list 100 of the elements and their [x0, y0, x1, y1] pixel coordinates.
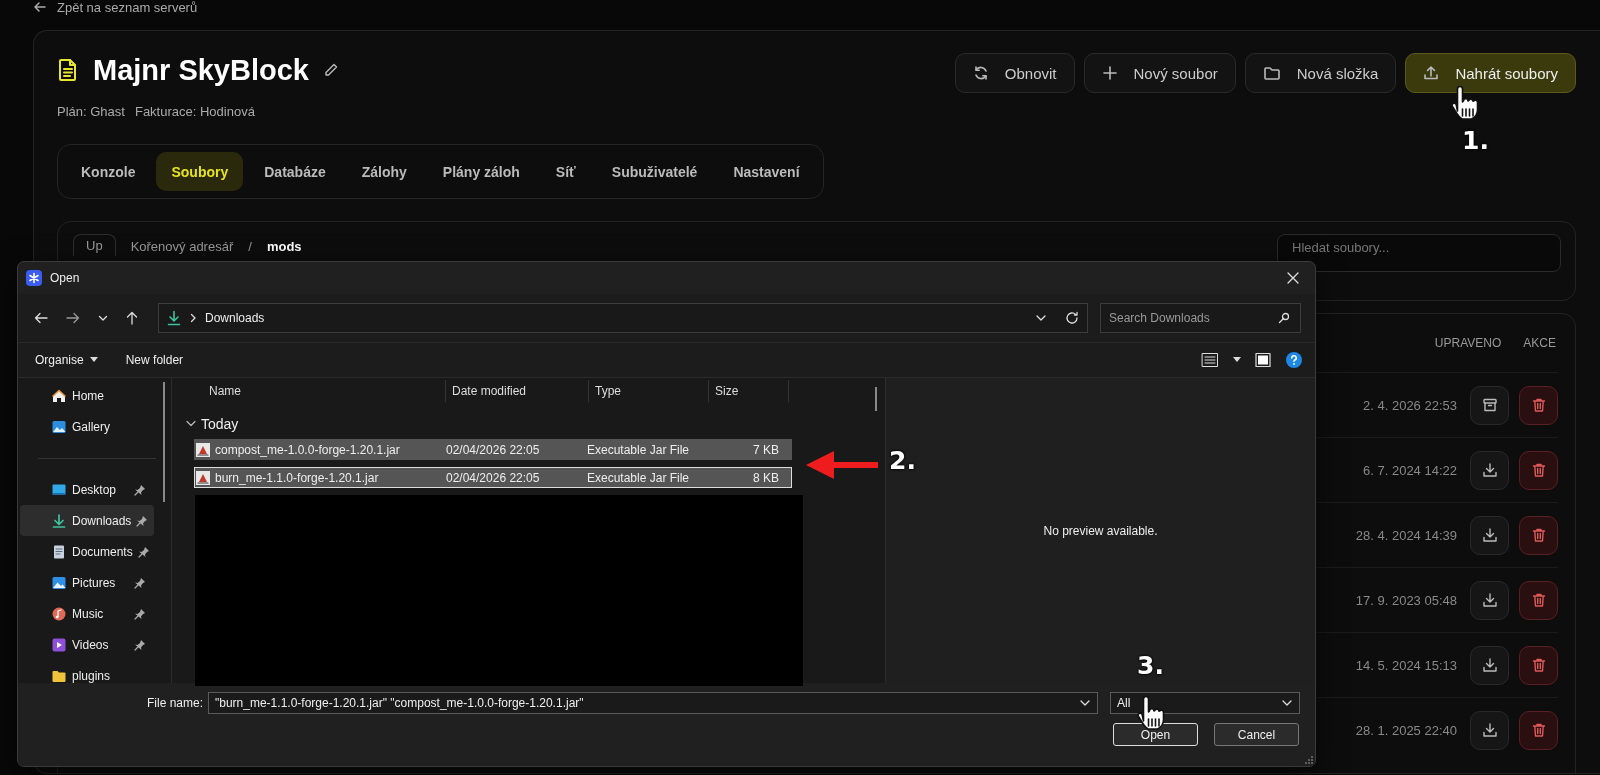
action-button[interactable]: Obnovit [954, 53, 1075, 93]
download-button[interactable] [1470, 515, 1509, 555]
plus-icon [1101, 65, 1118, 81]
up-button[interactable]: Up [73, 234, 116, 256]
preview-pane-icon[interactable] [1255, 352, 1271, 368]
file-row[interactable]: compost_me-1.0.0-forge-1.20.1.jar 02/04/2026 22:05 Executable Jar File 7 KB [194, 439, 792, 460]
nav-item[interactable]: plugins [20, 660, 154, 683]
archive-icon [1481, 397, 1498, 413]
download-button[interactable] [1470, 450, 1509, 490]
caret-icon[interactable] [1233, 357, 1241, 363]
file-name: compost_me-1.0.0-forge-1.20.1.jar [214, 442, 401, 457]
nav-item[interactable]: Pictures [20, 567, 154, 598]
tab[interactable]: Subuživatelé [596, 152, 713, 191]
video-icon [51, 636, 67, 653]
step-number: 3. [1137, 651, 1164, 680]
column-header[interactable]: Type [589, 380, 709, 402]
modified-date: 28. 1. 2025 22:40 [1355, 722, 1457, 738]
column-header[interactable]: Size [709, 380, 789, 402]
delete-button[interactable] [1519, 450, 1558, 490]
download-icon [1481, 527, 1498, 543]
tab[interactable]: Konzole [66, 152, 151, 191]
refresh-icon[interactable] [1065, 311, 1079, 325]
file-name-field[interactable]: "burn_me-1.1.0-forge-1.20.1.jar" "compost_me-1.0.0-forge-1.20.1.jar" [208, 692, 1098, 714]
open-button[interactable]: Open [1113, 723, 1198, 746]
delete-button[interactable] [1519, 580, 1558, 620]
column-header: AKCE [1523, 336, 1556, 350]
chevron-down-icon [98, 313, 108, 323]
action-button[interactable]: Nový soubor [1083, 53, 1236, 93]
delete-button[interactable] [1519, 515, 1558, 555]
file-row[interactable]: burn_me-1.1.0-forge-1.20.1.jar 02/04/2026 22:05 Executable Jar File 8 KB [194, 467, 792, 488]
up-arrow-icon [126, 311, 138, 325]
step-number: 2. [889, 446, 916, 475]
column-header[interactable]: Date modified [446, 380, 589, 402]
scrollbar [875, 387, 877, 411]
view-list-icon[interactable] [1201, 352, 1219, 368]
download-button[interactable] [1470, 710, 1509, 750]
modified-date: 17. 9. 2023 05:48 [1355, 592, 1457, 608]
nav-item[interactable]: Home [20, 380, 154, 411]
nav-item[interactable]: Downloads [20, 505, 154, 536]
tab[interactable]: Soubory [156, 152, 244, 191]
back-arrow-icon[interactable] [33, 0, 47, 14]
breadcrumb-link[interactable]: Kořenový adresář [130, 239, 234, 254]
address-path: Downloads [205, 311, 265, 325]
close-icon [1287, 272, 1299, 284]
organise-menu[interactable]: Organise [35, 353, 98, 367]
delete-button[interactable] [1519, 645, 1558, 685]
trash-icon [1530, 592, 1547, 608]
delete-button[interactable] [1519, 710, 1558, 750]
tab[interactable]: Zálohy [346, 152, 422, 191]
tab[interactable]: Nastavení [718, 152, 815, 191]
file-name-label: File name: [146, 696, 204, 710]
home-icon [51, 387, 67, 404]
chevron-down-icon [186, 420, 196, 428]
refresh-icon [972, 65, 989, 81]
jar-file-icon [195, 441, 211, 458]
trash-icon [1530, 462, 1547, 478]
nav-item[interactable]: Gallery [20, 411, 154, 442]
breadcrumb-separator: / [248, 239, 252, 254]
search-box[interactable]: Search Downloads [1100, 303, 1301, 333]
download-icon [1481, 592, 1498, 608]
download-button[interactable] [1470, 580, 1509, 620]
resize-grip-icon[interactable] [1305, 756, 1313, 764]
upload-icon [1423, 65, 1440, 81]
column-header[interactable]: Name [184, 380, 446, 402]
nav-item[interactable]: Music [20, 598, 154, 629]
tab[interactable]: Síť [540, 152, 591, 191]
search-field[interactable]: Hledat soubory... [1277, 234, 1561, 272]
tab[interactable]: Databáze [249, 152, 341, 191]
picture-icon [51, 574, 67, 591]
help-icon[interactable] [1285, 351, 1303, 369]
forward-arrow-icon [66, 311, 80, 325]
search-field[interactable]: Search Downloads [1109, 311, 1278, 325]
download-button[interactable] [1470, 645, 1509, 685]
back-link[interactable]: Zpět na seznam serverů [57, 0, 198, 15]
download-icon [1481, 462, 1498, 478]
delete-button[interactable] [1519, 385, 1558, 425]
address-bar[interactable]: Downloads [158, 303, 1088, 333]
action-button[interactable]: Nová složka [1244, 53, 1397, 93]
file-type-dropdown[interactable]: All [1110, 692, 1300, 714]
chevron-down-icon [1035, 313, 1047, 323]
trash-icon [1530, 657, 1547, 673]
trash-icon [1530, 527, 1547, 543]
app-icon [26, 270, 42, 286]
action-button[interactable]: Nahrát soubory [1405, 53, 1576, 93]
cancel-button[interactable]: Cancel [1214, 723, 1299, 746]
tab[interactable]: Plány záloh [427, 152, 535, 191]
pencil-icon[interactable] [323, 62, 339, 78]
music-icon [51, 605, 67, 622]
billing-label: Fakturace: Hodinová [134, 104, 255, 119]
download-icon [1481, 722, 1498, 738]
archive-button[interactable] [1470, 385, 1509, 425]
nav-item[interactable]: Videos [20, 629, 154, 660]
download-icon [1481, 657, 1498, 673]
nav-item[interactable]: Desktop [20, 474, 154, 505]
search-icon [1278, 312, 1290, 324]
modified-date: 2. 4. 2026 22:53 [1363, 397, 1457, 413]
new-folder-button[interactable]: New folder [125, 353, 184, 367]
file-size: 8 KB [752, 470, 779, 485]
group-header[interactable]: Today [184, 409, 885, 439]
nav-item[interactable]: Documents [20, 536, 154, 567]
